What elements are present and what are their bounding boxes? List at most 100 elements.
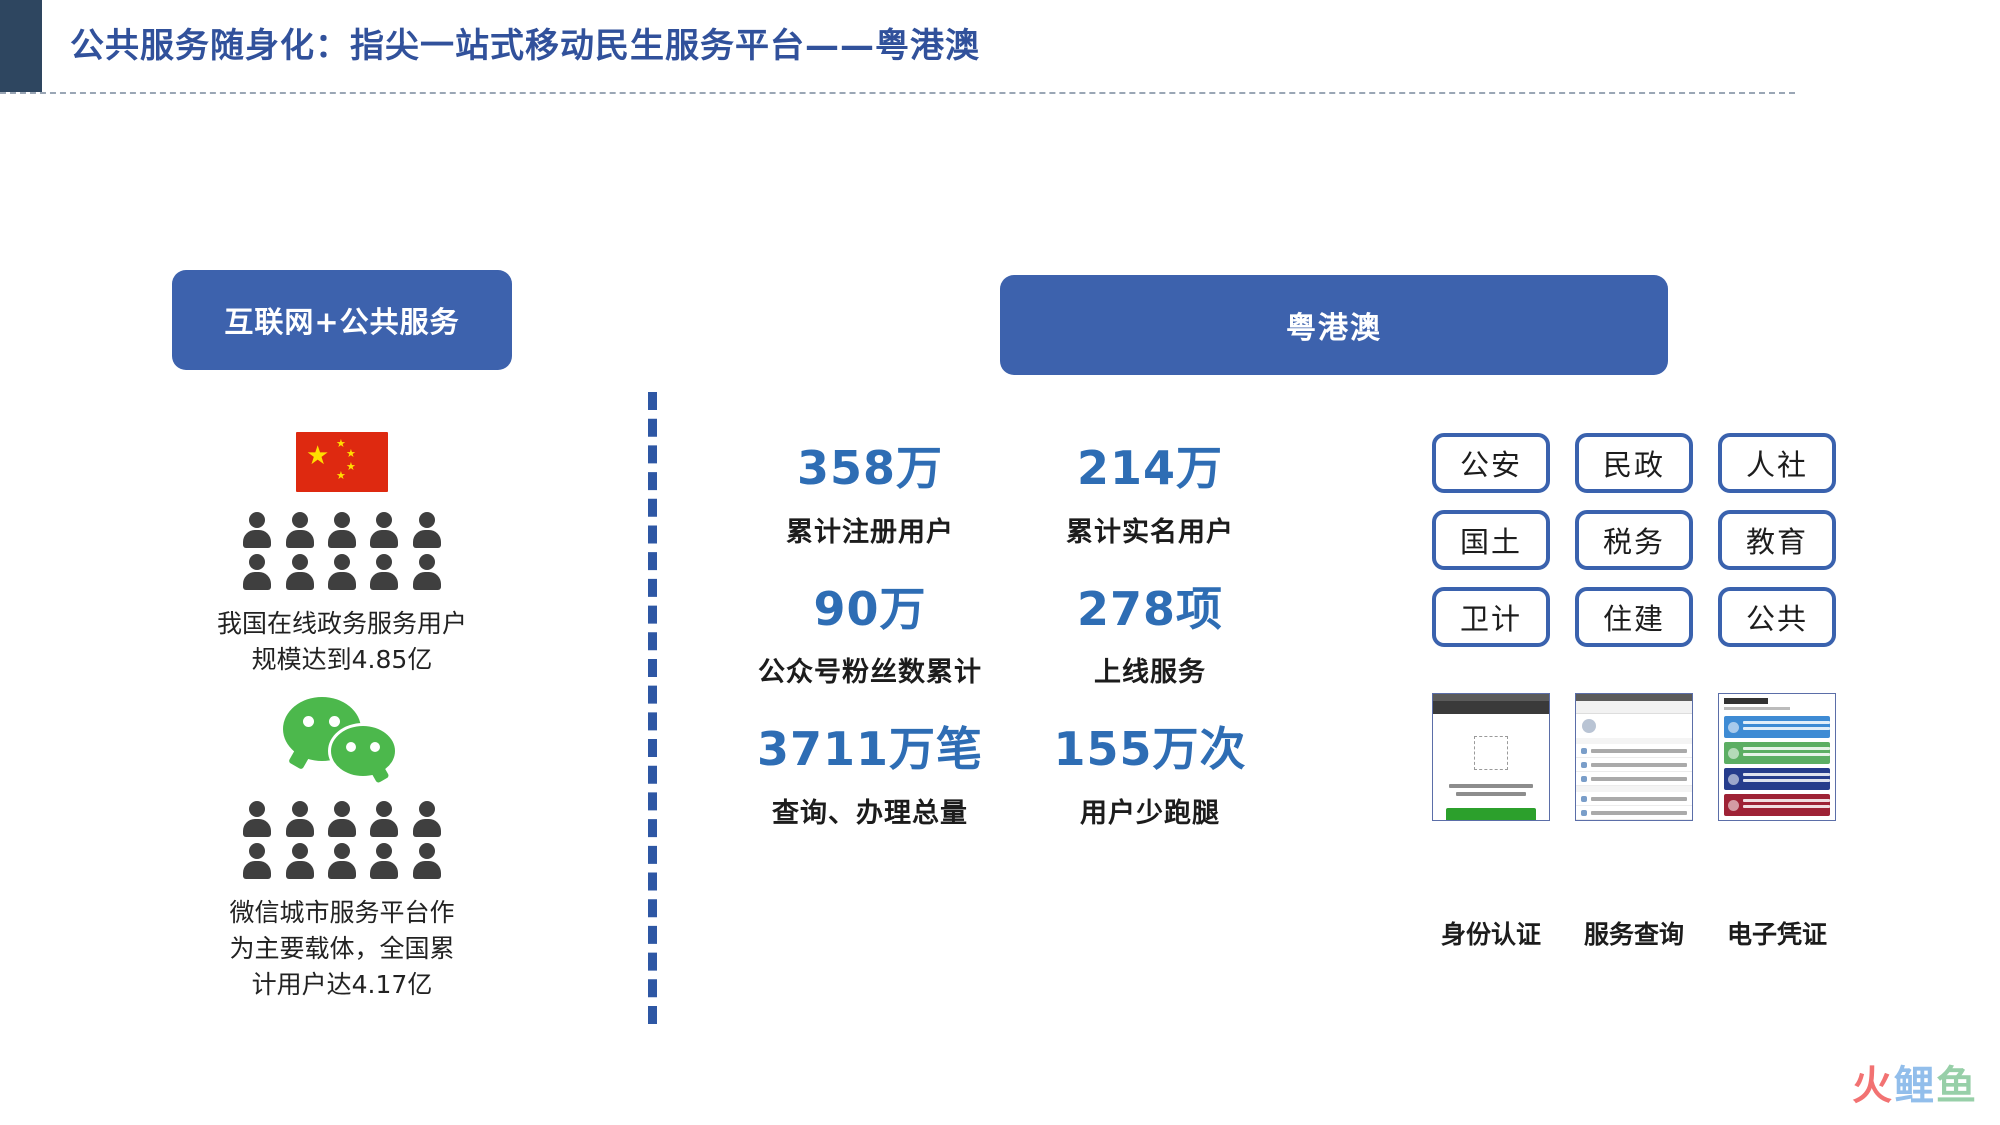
row-icon	[1581, 747, 1587, 754]
person-icon	[408, 510, 446, 550]
people-group-icon-bottom	[237, 799, 447, 881]
department-tag-renshe[interactable]: 人社	[1718, 433, 1836, 493]
phone-screenshot-e-credential	[1718, 693, 1836, 821]
credential-badge-icon	[1728, 773, 1739, 785]
credential-text	[1743, 773, 1830, 785]
credential-card	[1724, 768, 1830, 790]
left-panel-pill-label: 互联网+公共服务	[224, 305, 460, 339]
phone-list-row	[1576, 758, 1692, 772]
phone-caption-service-query: 服务查询	[1583, 920, 1684, 949]
left-caption-bottom-line2: 为主要载体，全国累	[229, 933, 455, 963]
right-panel-pill: 粤港澳	[1000, 275, 1668, 375]
person-icon	[408, 841, 446, 881]
person-icon	[365, 799, 403, 839]
stat-item: 3711万笔 查询、办理总量	[730, 721, 1010, 830]
department-tag-jiaoyu[interactable]: 教育	[1718, 510, 1836, 570]
phone-caption-row: 身份认证 服务查询 电子凭证	[1432, 915, 1836, 951]
credential-card	[1724, 716, 1830, 738]
department-tag-minzheng[interactable]: 民政	[1575, 433, 1693, 493]
person-icon	[281, 799, 319, 839]
flag-star-large: ★	[306, 441, 330, 471]
stat-value: 214万	[1076, 441, 1224, 495]
stat-value: 278项	[1076, 581, 1224, 636]
person-icon	[238, 799, 276, 839]
row-icon	[1581, 809, 1587, 816]
person-icon	[365, 552, 403, 592]
page-title: 公共服务随身化：指尖一站式移动民生服务平台——粤港澳	[70, 26, 980, 66]
credential-card	[1724, 794, 1830, 816]
credential-badge-icon	[1728, 799, 1739, 811]
right-panel-pill-label: 粤港澳	[1286, 311, 1382, 346]
credential-text	[1743, 747, 1830, 759]
watermark-char-1: 火	[1852, 1063, 1894, 1109]
credential-text	[1743, 721, 1830, 733]
phone-avatar	[1582, 719, 1596, 733]
row-text	[1591, 776, 1687, 781]
stat-label: 累计实名用户	[1066, 516, 1234, 548]
stat-item: 90万 公众号粉丝数累计	[730, 581, 1010, 690]
slide-root: 公共服务随身化：指尖一站式移动民生服务平台——粤港澳 互联网+公共服务 ★ ★ …	[0, 0, 2000, 1125]
phone-screenshot-row	[1432, 693, 1836, 821]
department-tag-guotu[interactable]: 国土	[1432, 510, 1550, 570]
phone-nav-bar	[1576, 701, 1692, 714]
stat-label: 查询、办理总量	[772, 797, 968, 829]
department-tag-shuiwu[interactable]: 税务	[1575, 510, 1693, 570]
phone-text-line	[1456, 792, 1526, 796]
wechat-eye	[370, 741, 380, 752]
phone-list-row	[1576, 772, 1692, 786]
person-icon	[238, 552, 276, 592]
person-icon	[408, 552, 446, 592]
phone-list-row	[1576, 744, 1692, 758]
credential-badge-icon	[1728, 747, 1739, 759]
phone-primary-button	[1446, 808, 1536, 820]
phone-body	[1433, 714, 1549, 820]
flag-star-small-3: ★	[346, 460, 356, 473]
row-text	[1591, 748, 1687, 753]
flag-star-small-2: ★	[346, 447, 356, 460]
wechat-icon	[283, 696, 401, 781]
stat-label: 用户少跑腿	[1080, 797, 1220, 829]
watermark-char-3: 鱼	[1936, 1063, 1978, 1109]
department-tag-grid: 公安 民政 人社 国土 税务 教育 卫计 住建 公共	[1432, 433, 1836, 647]
department-tag-gonggong[interactable]: 公共	[1718, 587, 1836, 647]
stat-value: 155万次	[1053, 722, 1247, 776]
left-panel-pill: 互联网+公共服务	[172, 270, 512, 370]
credential-badge-icon	[1728, 721, 1739, 733]
statistics-grid: 358万 累计注册用户 214万 累计实名用户 90万 公众号粉丝数累计 278…	[730, 440, 1290, 830]
vertical-dashed-divider	[648, 392, 657, 1024]
person-icon	[238, 841, 276, 881]
watermark-char-2: 鲤	[1894, 1063, 1936, 1109]
row-text	[1591, 762, 1687, 767]
phone-list-row	[1576, 806, 1692, 820]
header-divider	[0, 92, 1795, 94]
row-icon	[1581, 761, 1587, 768]
person-icon	[323, 841, 361, 881]
row-icon	[1581, 775, 1587, 782]
person-icon	[281, 510, 319, 550]
phone-app-bar	[1433, 701, 1549, 714]
person-icon	[281, 552, 319, 592]
wechat-bubble-small	[328, 722, 398, 779]
department-tag-weiji[interactable]: 卫计	[1432, 587, 1550, 647]
credential-card	[1724, 742, 1830, 764]
department-tag-zhujian[interactable]: 住建	[1575, 587, 1693, 647]
phone-caption-identity: 身份认证	[1440, 920, 1541, 949]
phone-card-title	[1724, 698, 1768, 704]
department-tag-gongan[interactable]: 公安	[1432, 433, 1550, 493]
people-group-icon-top	[237, 510, 447, 592]
stat-value: 358万	[796, 441, 944, 495]
stat-item: 214万 累计实名用户	[1010, 440, 1290, 549]
person-icon	[238, 510, 276, 550]
left-panel: 互联网+公共服务 ★ ★ ★ ★ ★ 我国在线政务服务用户 规模达到4.85亿	[172, 270, 512, 1003]
phone-text-line	[1449, 784, 1533, 788]
phone-list-row	[1576, 820, 1692, 821]
flag-star-small-1: ★	[336, 437, 346, 450]
face-scan-frame-icon	[1474, 736, 1508, 770]
phone-status-bar	[1576, 694, 1692, 701]
person-icon	[323, 510, 361, 550]
person-icon	[408, 799, 446, 839]
flag-star-small-4: ★	[336, 469, 346, 482]
credential-text	[1743, 799, 1830, 811]
person-icon	[365, 841, 403, 881]
wechat-eye	[329, 715, 340, 727]
